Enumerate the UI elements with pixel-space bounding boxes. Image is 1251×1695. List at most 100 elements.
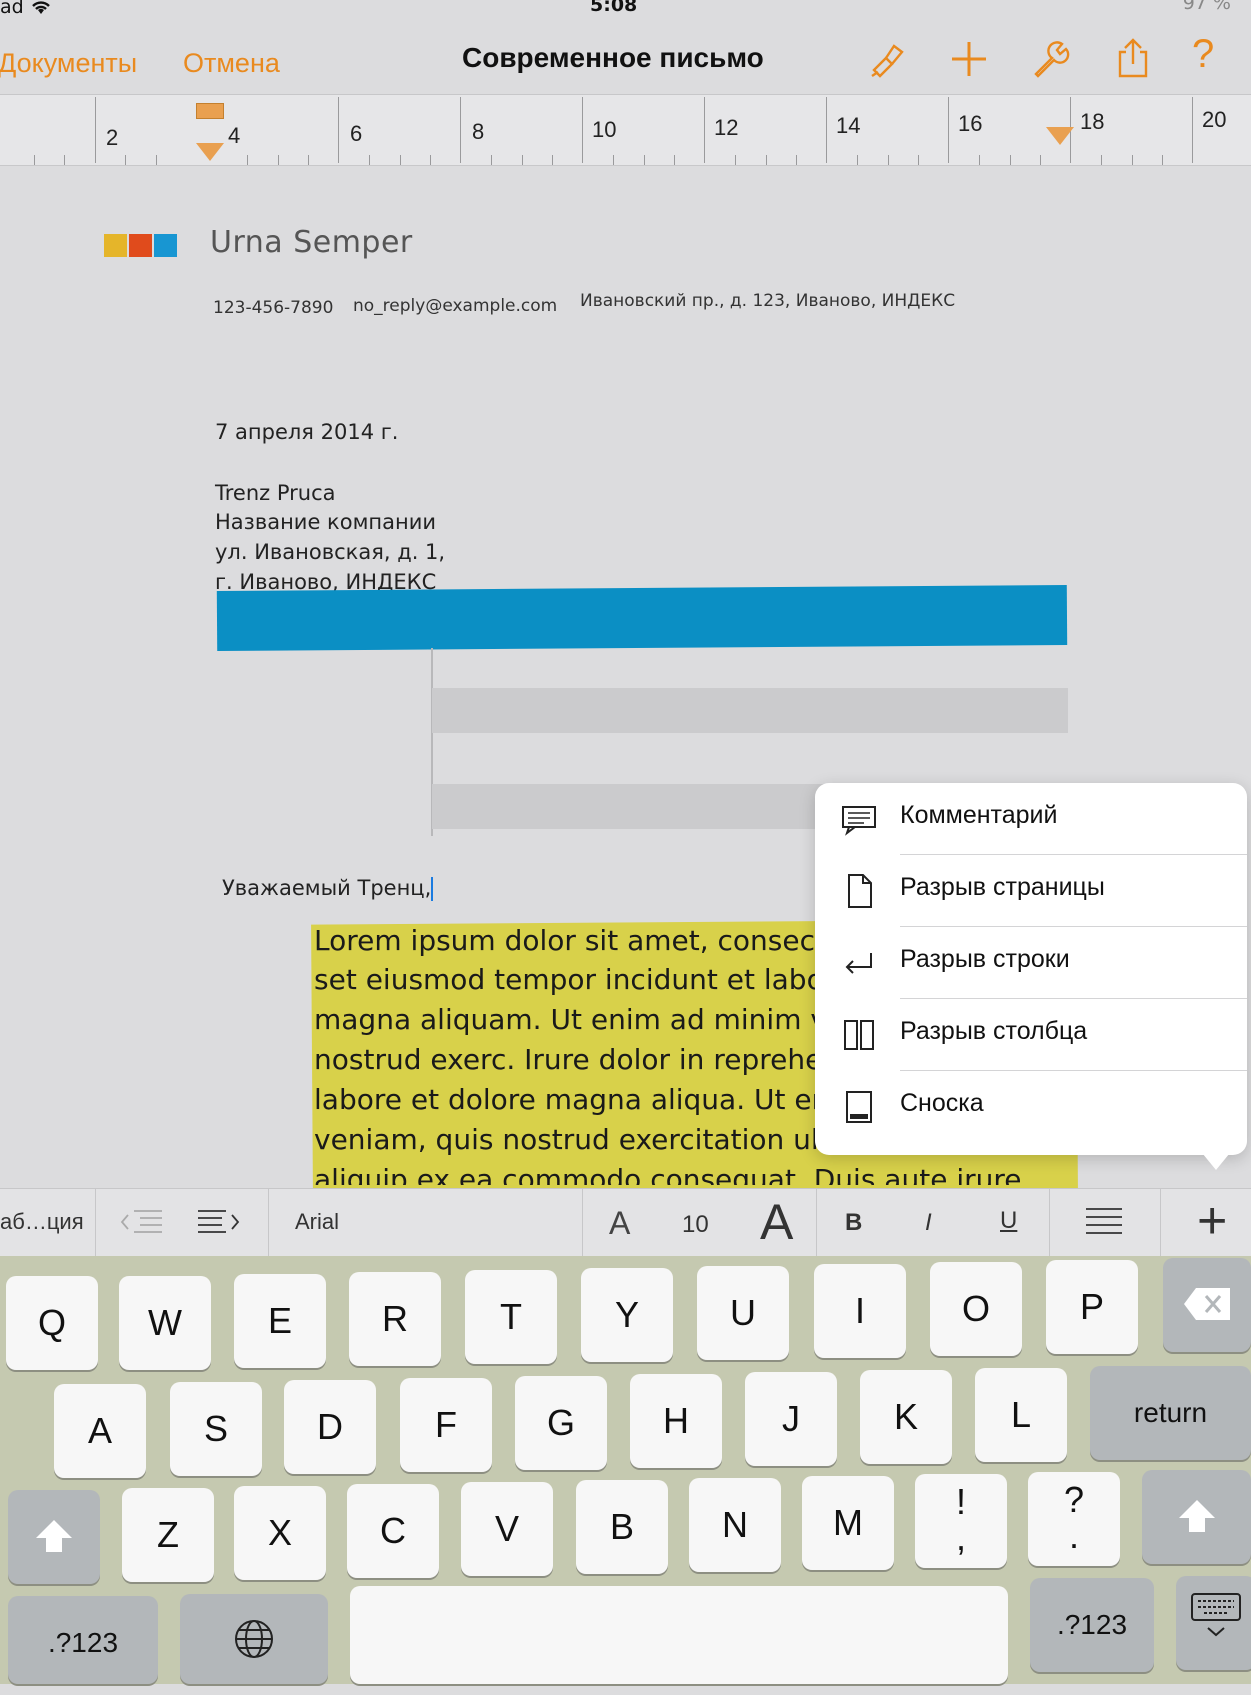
help-icon[interactable]: ? — [1192, 32, 1238, 78]
paintbrush-icon[interactable] — [864, 36, 910, 82]
shift-key-right[interactable] — [1142, 1470, 1251, 1564]
menu-item-comment[interactable]: Комментарий — [815, 783, 1247, 855]
format-bar: аб…ция Arial A 10 A B I U + — [0, 1188, 1251, 1257]
battery-percent: 97 % — [1182, 0, 1231, 14]
globe-icon — [235, 1620, 273, 1658]
key-w[interactable]: W — [119, 1276, 211, 1370]
return-key[interactable]: return — [1090, 1366, 1251, 1460]
recipient-line[interactable]: ул. Ивановская, д. 1, — [215, 540, 445, 564]
key-p[interactable]: P — [1046, 1260, 1138, 1354]
body-text-line[interactable]: veniam, quis nostrud exercitation ulla — [314, 1123, 844, 1156]
globe-key[interactable] — [180, 1594, 328, 1684]
key-j[interactable]: J — [745, 1372, 837, 1466]
sender-phone[interactable]: 123-456-7890 — [213, 298, 333, 318]
decrease-indent-icon[interactable] — [120, 1207, 164, 1237]
cancel-button[interactable]: Отмена — [183, 48, 280, 79]
letter-date[interactable]: 7 апреля 2014 г. — [215, 420, 398, 444]
key-i[interactable]: I — [814, 1264, 906, 1358]
key-l[interactable]: L — [975, 1368, 1067, 1462]
delete-key[interactable] — [1163, 1258, 1251, 1352]
hide-keyboard-key[interactable] — [1176, 1576, 1251, 1670]
font-size-controls: A 10 A — [583, 1189, 817, 1257]
key-r[interactable]: R — [349, 1272, 441, 1366]
increase-font-button[interactable]: A — [760, 1193, 793, 1251]
plus-icon: + — [1197, 1192, 1228, 1250]
body-text-clip: aliquip ex ea commodo consequat. Duis au… — [314, 1163, 1074, 1185]
greeting[interactable]: Уважаемый Тренц, — [222, 876, 434, 901]
wrench-icon[interactable] — [1028, 36, 1074, 82]
body-text-line[interactable]: Lorem ipsum dolor sit amet, consecte — [314, 924, 843, 957]
recipient-line[interactable]: Trenz Pruca — [215, 481, 336, 505]
space-bar[interactable] — [350, 1586, 1008, 1684]
tab-button[interactable]: аб…ция — [0, 1189, 96, 1257]
sender-email[interactable]: no_reply@example.com — [353, 296, 557, 316]
body-text-line[interactable]: aliquip ex ea commodo consequat. Duis au… — [314, 1163, 1021, 1185]
bold-button[interactable]: B — [845, 1209, 862, 1237]
plus-icon[interactable] — [946, 36, 992, 82]
numbers-key-left[interactable]: .?123 — [8, 1596, 158, 1684]
key-top-glyph: ? — [1063, 1479, 1085, 1520]
sender-address[interactable]: Ивановский пр., д. 123, Иваново, ИНДЕКС — [580, 291, 955, 311]
key-k[interactable]: K — [860, 1370, 952, 1464]
body-text-line[interactable]: magna aliquam. Ut enim ad minim ve — [314, 1003, 844, 1036]
menu-item-line-break[interactable]: Разрыв строки — [815, 927, 1247, 999]
font-size-value[interactable]: 10 — [682, 1211, 709, 1239]
decrease-font-button[interactable]: A — [609, 1205, 630, 1242]
right-indent-marker[interactable] — [1046, 127, 1074, 145]
key-s[interactable]: S — [170, 1382, 262, 1476]
page-break-icon — [848, 874, 872, 908]
key-o[interactable]: O — [930, 1262, 1022, 1356]
key-x[interactable]: X — [234, 1486, 326, 1580]
first-line-indent-handle[interactable] — [196, 103, 224, 119]
menu-item-footnote[interactable]: Сноска — [815, 1071, 1247, 1143]
tab-label: аб…ция — [0, 1209, 84, 1234]
key-question-period[interactable]: ? . — [1028, 1472, 1120, 1566]
table-row[interactable] — [432, 688, 1068, 733]
key-a[interactable]: A — [54, 1384, 146, 1478]
key-t[interactable]: T — [465, 1270, 557, 1364]
body-text-line[interactable]: nostrud exerc. Irure dolor in repreher — [314, 1043, 834, 1076]
increase-indent-icon[interactable] — [196, 1207, 242, 1237]
key-u[interactable]: U — [697, 1266, 789, 1360]
underline-button[interactable]: U — [1000, 1207, 1017, 1235]
key-e[interactable]: E — [234, 1274, 326, 1368]
key-h[interactable]: H — [630, 1374, 722, 1468]
menu-item-label: Сноска — [900, 1089, 984, 1117]
left-indent-marker[interactable] — [196, 143, 224, 161]
key-n[interactable]: N — [689, 1478, 781, 1572]
key-z[interactable]: Z — [122, 1488, 214, 1582]
menu-item-column-break[interactable]: Разрыв столбца — [815, 999, 1247, 1071]
key-c[interactable]: C — [347, 1484, 439, 1578]
share-icon[interactable] — [1110, 36, 1156, 82]
body-text-line[interactable]: set eiusmod tempor incidunt et labor — [314, 963, 835, 996]
key-y[interactable]: Y — [581, 1268, 673, 1362]
key-v[interactable]: V — [461, 1482, 553, 1576]
key-q[interactable]: Q — [6, 1276, 98, 1370]
logo-square — [104, 234, 127, 257]
numbers-key-right[interactable]: .?123 — [1030, 1578, 1154, 1672]
key-b[interactable]: B — [576, 1480, 668, 1574]
key-g[interactable]: G — [515, 1376, 607, 1470]
comment-icon — [842, 806, 876, 836]
shift-key-left[interactable] — [8, 1490, 100, 1584]
accent-bar — [216, 585, 1068, 651]
menu-item-page-break[interactable]: Разрыв страницы — [815, 855, 1247, 927]
sender-name[interactable]: Urna Semper — [210, 225, 413, 260]
key-f[interactable]: F — [400, 1378, 492, 1472]
ruler-number: 8 — [472, 119, 485, 144]
insert-menu: Комментарий Разрыв страницы Разрыв строк… — [815, 783, 1247, 1155]
body-text-line[interactable]: labore et dolore magna aliqua. Ut en — [314, 1083, 829, 1116]
key-exclamation-comma[interactable]: ! , — [915, 1474, 1007, 1568]
font-picker[interactable]: Arial — [269, 1189, 583, 1257]
ruler[interactable]: 2 4 6 8 10 12 14 16 18 20 — [0, 95, 1251, 166]
alignment-button[interactable] — [1050, 1189, 1161, 1257]
insert-button[interactable]: + — [1161, 1189, 1251, 1257]
backspace-icon — [1184, 1288, 1230, 1320]
footnote-icon — [846, 1091, 872, 1123]
key-d[interactable]: D — [284, 1380, 376, 1474]
key-m[interactable]: M — [802, 1476, 894, 1570]
documents-button[interactable]: Документы — [0, 48, 137, 79]
align-justify-icon — [1086, 1208, 1122, 1234]
recipient-line[interactable]: Название компании — [215, 510, 436, 534]
italic-button[interactable]: I — [925, 1209, 932, 1237]
